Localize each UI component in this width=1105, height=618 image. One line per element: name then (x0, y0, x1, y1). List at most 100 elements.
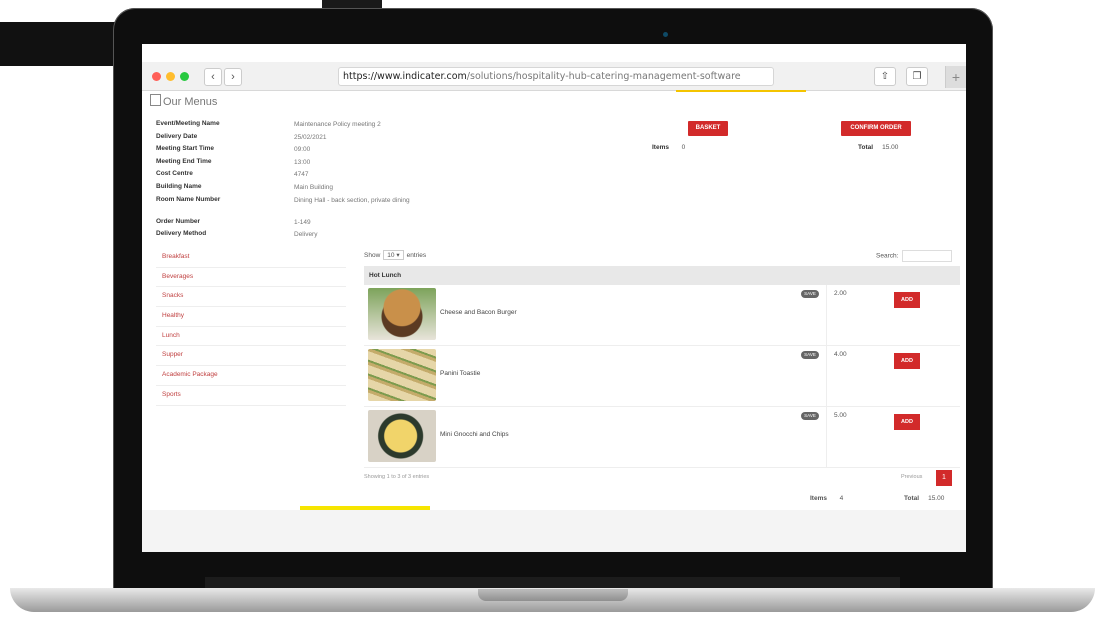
bottom-total-summary: Total 15.00 (904, 495, 944, 502)
detail-value: 4747 (294, 171, 309, 179)
previous-page-link[interactable]: Previous (901, 474, 922, 480)
laptop-notch (478, 589, 628, 601)
table-group-header: Hot Lunch (364, 266, 960, 285)
detail-label: Building Name (156, 182, 202, 190)
total-summary: Total 15.00 (858, 144, 898, 151)
accent-bar (300, 506, 430, 510)
add-button[interactable]: ADD (894, 353, 920, 369)
sidebar-item-breakfast[interactable]: Breakfast (156, 248, 346, 268)
sidebar-item-academic-package[interactable]: Academic Package (156, 366, 346, 386)
column-divider (826, 407, 827, 467)
items-label: Items (652, 144, 669, 151)
column-divider (826, 285, 827, 345)
item-price: 2.00 (834, 290, 847, 297)
share-icon[interactable]: ⇧ (874, 67, 896, 86)
item-name: Panini Toastie (440, 370, 481, 377)
detail-value: 09:00 (294, 146, 311, 154)
back-button[interactable]: ‹ (204, 68, 222, 86)
total-value: 15.00 (882, 144, 899, 151)
detail-label: Order Number (156, 217, 201, 225)
sidebar-item-snacks[interactable]: Snacks (156, 287, 346, 308)
detail-value: 1-149 (294, 218, 311, 226)
detail-label: Room Name Number (156, 195, 221, 203)
detail-row: Building Name Main Building (156, 183, 416, 196)
page-number-button[interactable]: 1 (936, 470, 952, 486)
background-bar-top (322, 0, 382, 8)
detail-row: Cost Centre 4747 (156, 170, 416, 183)
tabs-icon[interactable]: ❐ (906, 67, 928, 86)
detail-label: Delivery Date (156, 132, 198, 140)
table-info: Showing 1 to 3 of 3 entries (364, 474, 430, 480)
url-host: https://www.indicater.com (343, 71, 467, 82)
detail-value: Maintenance Policy meeting 2 (294, 121, 381, 128)
add-button[interactable]: ADD (894, 292, 920, 308)
detail-value: Dining Hall - back section, private dini… (294, 196, 410, 204)
detail-row: Meeting End Time 13:00 (156, 158, 416, 171)
sidebar-item-supper[interactable]: Supper (156, 346, 346, 367)
bottom-items-label: Items (810, 495, 827, 502)
sidebar-item-healthy[interactable]: Healthy (156, 307, 346, 327)
detail-row: Room Name Number Dining Hall - back secti… (156, 196, 416, 218)
page-title: Our Menus (150, 94, 217, 108)
menu-table: Hot Lunch Cheese and Bacon Burger SAVE 2… (364, 266, 960, 468)
sidebar-item-lunch[interactable]: Lunch (156, 327, 346, 347)
url-path: /solutions/hospitality-hub-catering-mana… (466, 71, 741, 82)
food-image (368, 288, 436, 340)
items-value: 0 (681, 144, 686, 151)
food-image (368, 349, 436, 401)
search-input[interactable] (902, 250, 953, 262)
table-row: Panini Toastie SAVE 4.00 ADD (364, 346, 960, 407)
detail-value: 13:00 (294, 158, 311, 166)
search-label: Search: (876, 252, 899, 260)
sidebar-item-beverages[interactable]: Beverages (156, 268, 346, 288)
detail-label: Delivery Method (156, 230, 207, 238)
item-price: 5.00 (834, 412, 847, 419)
entries-label: entries (406, 252, 427, 259)
bottom-total-label: Total (904, 495, 920, 502)
camera-icon (663, 32, 668, 37)
detail-row: Meeting Start Time 09:00 (156, 145, 416, 158)
detail-value: 25/02/2021 (294, 133, 327, 141)
chevron-down-icon: ▾ (396, 252, 400, 259)
maximize-window-icon[interactable] (180, 72, 189, 81)
browser-toolbar: ‹ › https://www.indicater.com/solutions/… (142, 62, 966, 91)
detail-row: Order Number 1-149 (156, 218, 416, 231)
address-bar[interactable]: https://www.indicater.com/solutions/hosp… (338, 67, 774, 86)
background-bar-left (0, 22, 120, 66)
minimize-window-icon[interactable] (166, 72, 175, 81)
total-label: Total (858, 144, 874, 151)
item-name: Mini Gnocchi and Chips (440, 431, 509, 438)
item-price: 4.00 (834, 351, 847, 358)
table-search: Search: (876, 250, 953, 262)
table-row: Mini Gnocchi and Chips SAVE 5.00 ADD (364, 407, 960, 468)
accent-line (676, 90, 806, 92)
detail-label: Meeting Start Time (156, 145, 215, 153)
entries-select-value: 10 (387, 252, 395, 259)
show-label: Show (364, 252, 381, 259)
new-tab-button[interactable]: + (945, 66, 966, 88)
status-badge: SAVE (801, 290, 819, 298)
detail-label: Event/Meeting Name (156, 120, 220, 127)
detail-label: Cost Centre (156, 170, 193, 178)
bottom-items-value: 4 (839, 495, 844, 502)
order-details: Event/Meeting Name Maintenance Policy mee… (156, 120, 416, 243)
basket-button[interactable]: BASKET (688, 121, 728, 136)
forward-button[interactable]: › (224, 68, 242, 86)
screen: ‹ › https://www.indicater.com/solutions/… (142, 44, 966, 552)
detail-row: Delivery Method Delivery (156, 230, 416, 243)
sidebar-item-sports[interactable]: Sports (156, 386, 346, 406)
status-badge: SAVE (801, 412, 819, 420)
entries-select[interactable]: 10 ▾ (383, 250, 404, 260)
document-icon (150, 94, 161, 106)
close-window-icon[interactable] (152, 72, 161, 81)
confirm-order-button[interactable]: CONFIRM ORDER (841, 121, 911, 136)
add-button[interactable]: ADD (894, 414, 920, 430)
food-image (368, 410, 436, 462)
detail-value: Delivery (294, 231, 318, 239)
detail-row: Event/Meeting Name Maintenance Policy mee… (156, 120, 416, 133)
item-name: Cheese and Bacon Burger (440, 309, 517, 316)
page-footer (142, 510, 966, 552)
items-summary: Items 0 (652, 144, 685, 151)
detail-row: Delivery Date 25/02/2021 (156, 133, 416, 146)
page-title-text: Our Menus (163, 96, 218, 108)
